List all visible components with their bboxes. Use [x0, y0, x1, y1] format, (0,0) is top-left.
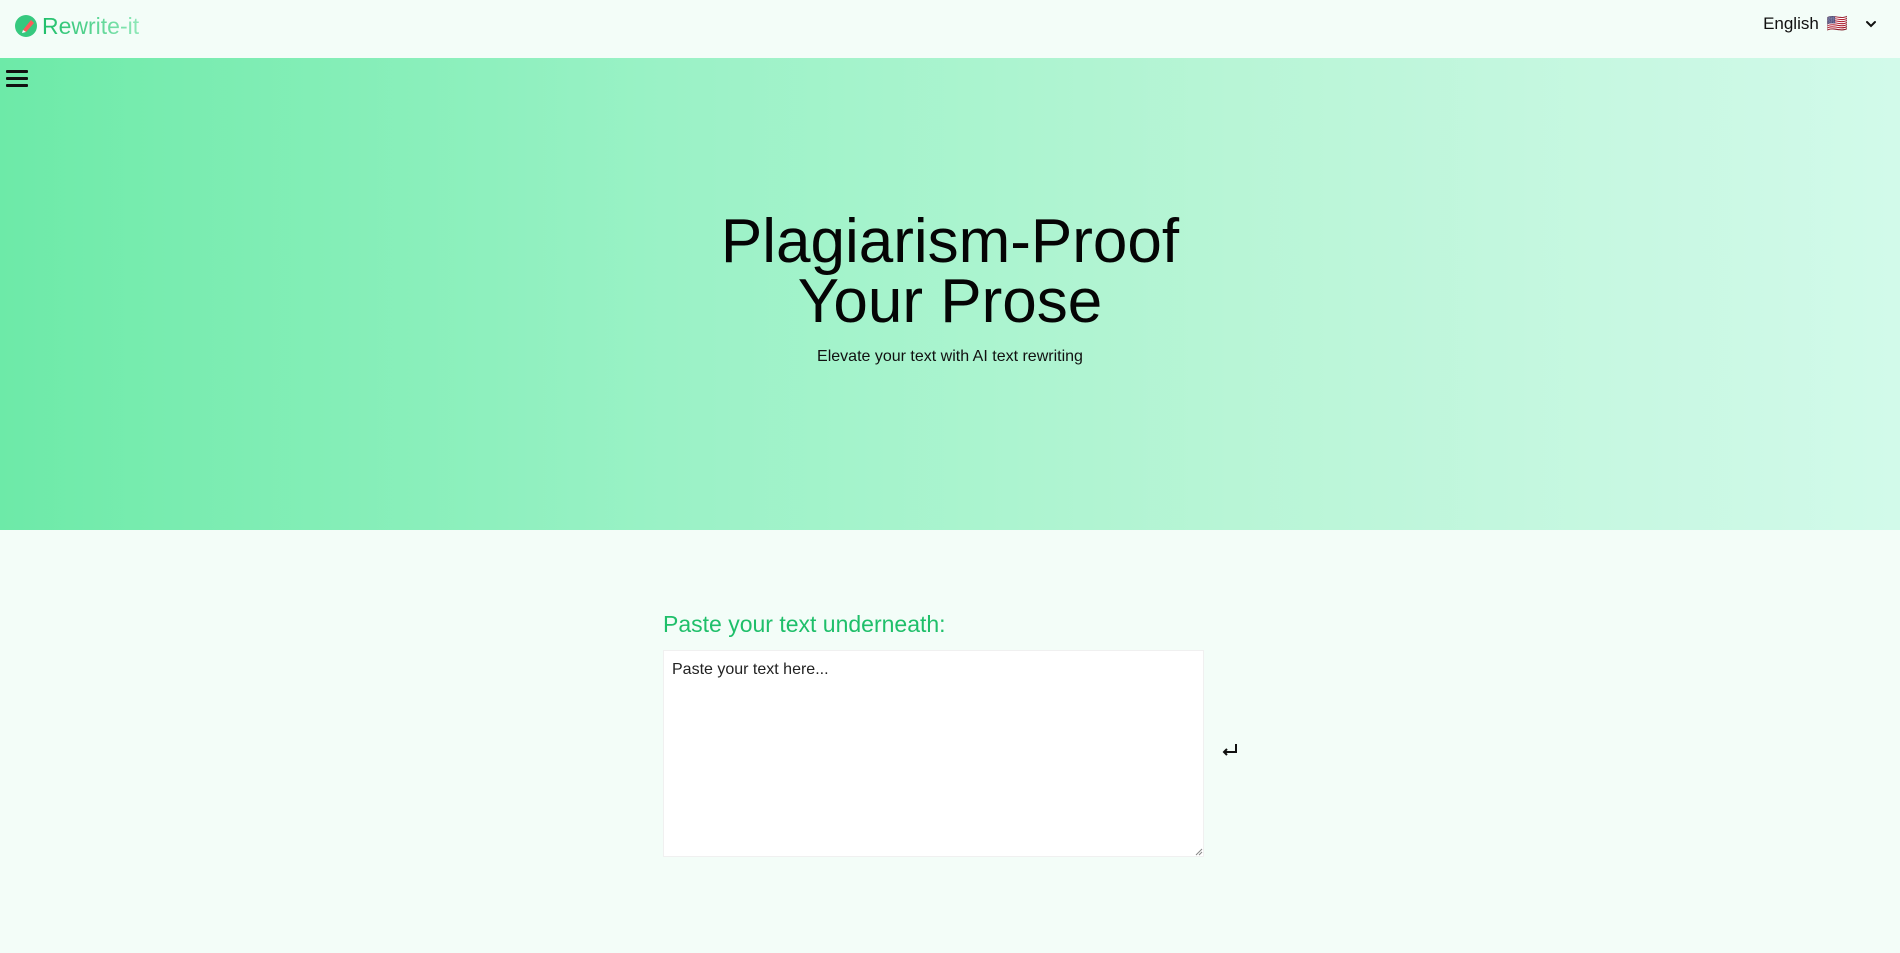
hero-title-line1: Plagiarism-Proof: [720, 207, 1180, 276]
hamburger-menu-icon[interactable]: [6, 70, 28, 90]
hero-title-line2: Your Prose: [797, 267, 1103, 336]
language-selector[interactable]: English 🇺🇸: [1763, 14, 1878, 34]
brand-logo[interactable]: Rewrite-it: [14, 13, 139, 39]
hero-title: Plagiarism-Proof Your Prose: [0, 211, 1900, 333]
hero-subtitle: Elevate your text with AI text rewriting: [817, 348, 1083, 365]
language-flag-icon: 🇺🇸: [1826, 14, 1848, 33]
top-navigation-bar: Rewrite-it English 🇺🇸: [0, 0, 1900, 58]
paste-text-label: Paste your text underneath:: [663, 611, 946, 637]
hero-section: Plagiarism-Proof Your Prose Elevate your…: [0, 58, 1900, 530]
enter-return-icon[interactable]: [1220, 740, 1240, 760]
logo-text: Rewrite-it: [42, 13, 140, 39]
resize-handle-icon[interactable]: [1194, 847, 1203, 856]
language-label: English: [1763, 14, 1819, 33]
rewrite-editor-section: Paste your text underneath:: [0, 530, 1900, 953]
text-input-area[interactable]: [663, 650, 1204, 857]
logo-icon: [15, 15, 37, 37]
chevron-down-icon: [1866, 21, 1876, 28]
